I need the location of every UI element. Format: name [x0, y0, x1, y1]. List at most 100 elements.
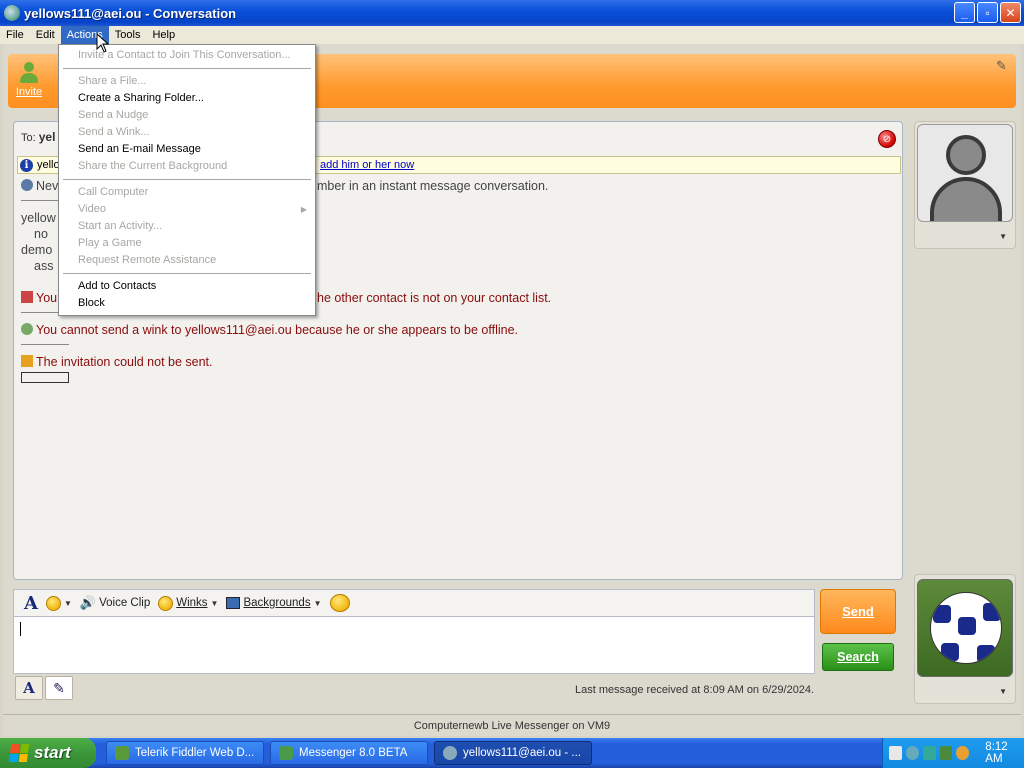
- backgrounds-label: Backgrounds: [243, 597, 311, 609]
- chevron-down-icon: ▼: [210, 598, 219, 608]
- font-tab-button[interactable]: A: [15, 676, 43, 700]
- invite-icon: [18, 58, 40, 84]
- soccer-ball-picture[interactable]: [917, 579, 1013, 677]
- mouse-cursor-icon: [96, 33, 110, 53]
- menu-bar: File Edit Actions Tools Help: [0, 26, 1024, 44]
- menu-item-share-file: Share a File...: [78, 75, 147, 87]
- close-button[interactable]: ✕: [1000, 2, 1021, 23]
- menu-item-send-nudge: Send a Nudge: [78, 109, 149, 121]
- compose-toolbar: A ▼ 🔊 Voice Clip Winks ▼ Backgrounds ▼: [13, 589, 815, 616]
- compose-footer: A ✎ Last message received at 8:09 AM on …: [13, 676, 903, 704]
- contact-name: yel: [38, 130, 56, 144]
- message-separator: [21, 344, 69, 345]
- messenger-tray-icon[interactable]: [939, 746, 953, 760]
- chevron-down-icon: ▼: [63, 598, 72, 608]
- add-contact-link[interactable]: add him or her now: [320, 159, 414, 171]
- text-cursor: [20, 622, 21, 636]
- info-contact-name: yello: [37, 159, 60, 171]
- menu-item-video: Video ▶: [59, 201, 315, 218]
- start-label: start: [34, 743, 71, 762]
- font-button[interactable]: A: [24, 593, 38, 614]
- chevron-down-icon[interactable]: ▼: [999, 687, 1007, 696]
- backgrounds-button[interactable]: Backgrounds ▼: [226, 597, 322, 609]
- taskbar-item-conversation[interactable]: yellows111@aei.ou - ...: [434, 741, 592, 765]
- menu-item-start-activity: Start an Activity...: [78, 220, 163, 232]
- messenger-icon: [4, 5, 20, 21]
- person-warning-icon: [21, 179, 33, 191]
- invite-label: Invite: [15, 86, 43, 98]
- message-line: Nev: [21, 179, 58, 193]
- windows-logo-icon: [8, 744, 30, 762]
- menu-item-call-computer: Call Computer: [78, 186, 149, 198]
- menu-item-block[interactable]: Block: [59, 295, 315, 312]
- menu-item-send-email[interactable]: Send an E-mail Message: [59, 141, 315, 158]
- handwriting-tab-button[interactable]: ✎: [45, 676, 73, 700]
- info-icon: i: [20, 158, 33, 172]
- winks-button[interactable]: Winks ▼: [158, 595, 219, 611]
- voice-clip-button[interactable]: 🔊 Voice Clip: [80, 595, 150, 611]
- wink-icon: [21, 323, 33, 335]
- maximize-button[interactable]: ▫: [977, 2, 998, 23]
- taskbar-item-messenger[interactable]: Messenger 8.0 BETA: [270, 741, 428, 765]
- to-line: To: yel: [21, 130, 55, 144]
- smiley-icon: [45, 595, 61, 611]
- email-icon: [21, 291, 33, 303]
- nudge-icon: [329, 594, 350, 612]
- block-icon[interactable]: ⊘: [878, 130, 896, 148]
- messenger-icon: [279, 746, 293, 760]
- default-avatar[interactable]: [917, 124, 1013, 222]
- last-message-status: Last message received at 8:09 AM on 6/29…: [575, 684, 815, 696]
- my-picture-panel: ▼: [914, 574, 1016, 704]
- window-controls: _ ▫ ✕: [954, 2, 1021, 23]
- menu-item-create-sharing-folder[interactable]: Create a Sharing Folder...: [59, 90, 315, 107]
- menu-item-add-to-contacts[interactable]: Add to Contacts: [59, 278, 315, 295]
- message-line: You cannot send a wink to yellows111@aei…: [21, 323, 518, 337]
- pen-icon: ✎: [53, 679, 65, 696]
- picture-icon: [226, 597, 241, 609]
- window-title: yellows111@aei.ou - Conversation: [24, 5, 237, 21]
- nudge-button[interactable]: [329, 594, 350, 612]
- menu-help[interactable]: Help: [146, 26, 181, 44]
- network-icon[interactable]: [922, 746, 936, 760]
- menu-edit[interactable]: Edit: [30, 26, 61, 44]
- invite-button[interactable]: Invite: [14, 58, 44, 98]
- message-line-tail: he other contact is not on your contact …: [317, 291, 552, 305]
- font-icon: A: [23, 679, 35, 697]
- fiddler-icon: [115, 746, 129, 760]
- invitation-icon: [21, 355, 33, 367]
- minimize-button[interactable]: _: [954, 2, 975, 23]
- chevron-down-icon[interactable]: ▼: [999, 232, 1007, 241]
- actions-menu: Invite a Contact to Join This Conversati…: [58, 44, 316, 316]
- wink-icon: [158, 595, 174, 611]
- search-icon[interactable]: [956, 746, 970, 760]
- menu-tools[interactable]: Tools: [109, 26, 147, 44]
- message-line: yellow: [21, 211, 56, 225]
- send-button[interactable]: Send: [820, 589, 896, 634]
- status-strip: Computernewb Live Messenger on VM9: [3, 714, 1021, 736]
- message-input[interactable]: [13, 616, 815, 674]
- font-icon: A: [24, 592, 38, 614]
- keyboard-icon[interactable]: [889, 746, 902, 760]
- menu-file[interactable]: File: [0, 26, 30, 44]
- taskbar-item-fiddler[interactable]: Telerik Fiddler Web D...: [106, 741, 264, 765]
- to-label: To:: [21, 132, 36, 144]
- speaker-icon: 🔊: [79, 595, 97, 610]
- system-tray: 8:12 AM: [882, 738, 1024, 768]
- message-line: demo: [21, 243, 53, 257]
- menu-item-send-wink: Send a Wink...: [78, 126, 150, 138]
- start-button[interactable]: start: [0, 738, 96, 768]
- clock: 8:12 AM: [985, 741, 1008, 765]
- chevron-left-icon[interactable]: [905, 746, 919, 760]
- menu-item-remote-assistance: Request Remote Assistance: [78, 254, 217, 266]
- menu-separator: [63, 273, 311, 274]
- message-line: ass: [34, 259, 54, 273]
- search-button[interactable]: Search: [822, 643, 894, 671]
- conversation-icon: [443, 746, 457, 760]
- chevron-down-icon: ▼: [313, 598, 322, 608]
- message-line: no: [34, 227, 48, 241]
- soccer-ball-icon: [930, 592, 1002, 664]
- menu-separator: [63, 68, 311, 69]
- winks-label: Winks: [176, 597, 208, 609]
- paint-icon[interactable]: ✎: [996, 58, 1012, 73]
- emoticon-button[interactable]: ▼: [45, 595, 72, 611]
